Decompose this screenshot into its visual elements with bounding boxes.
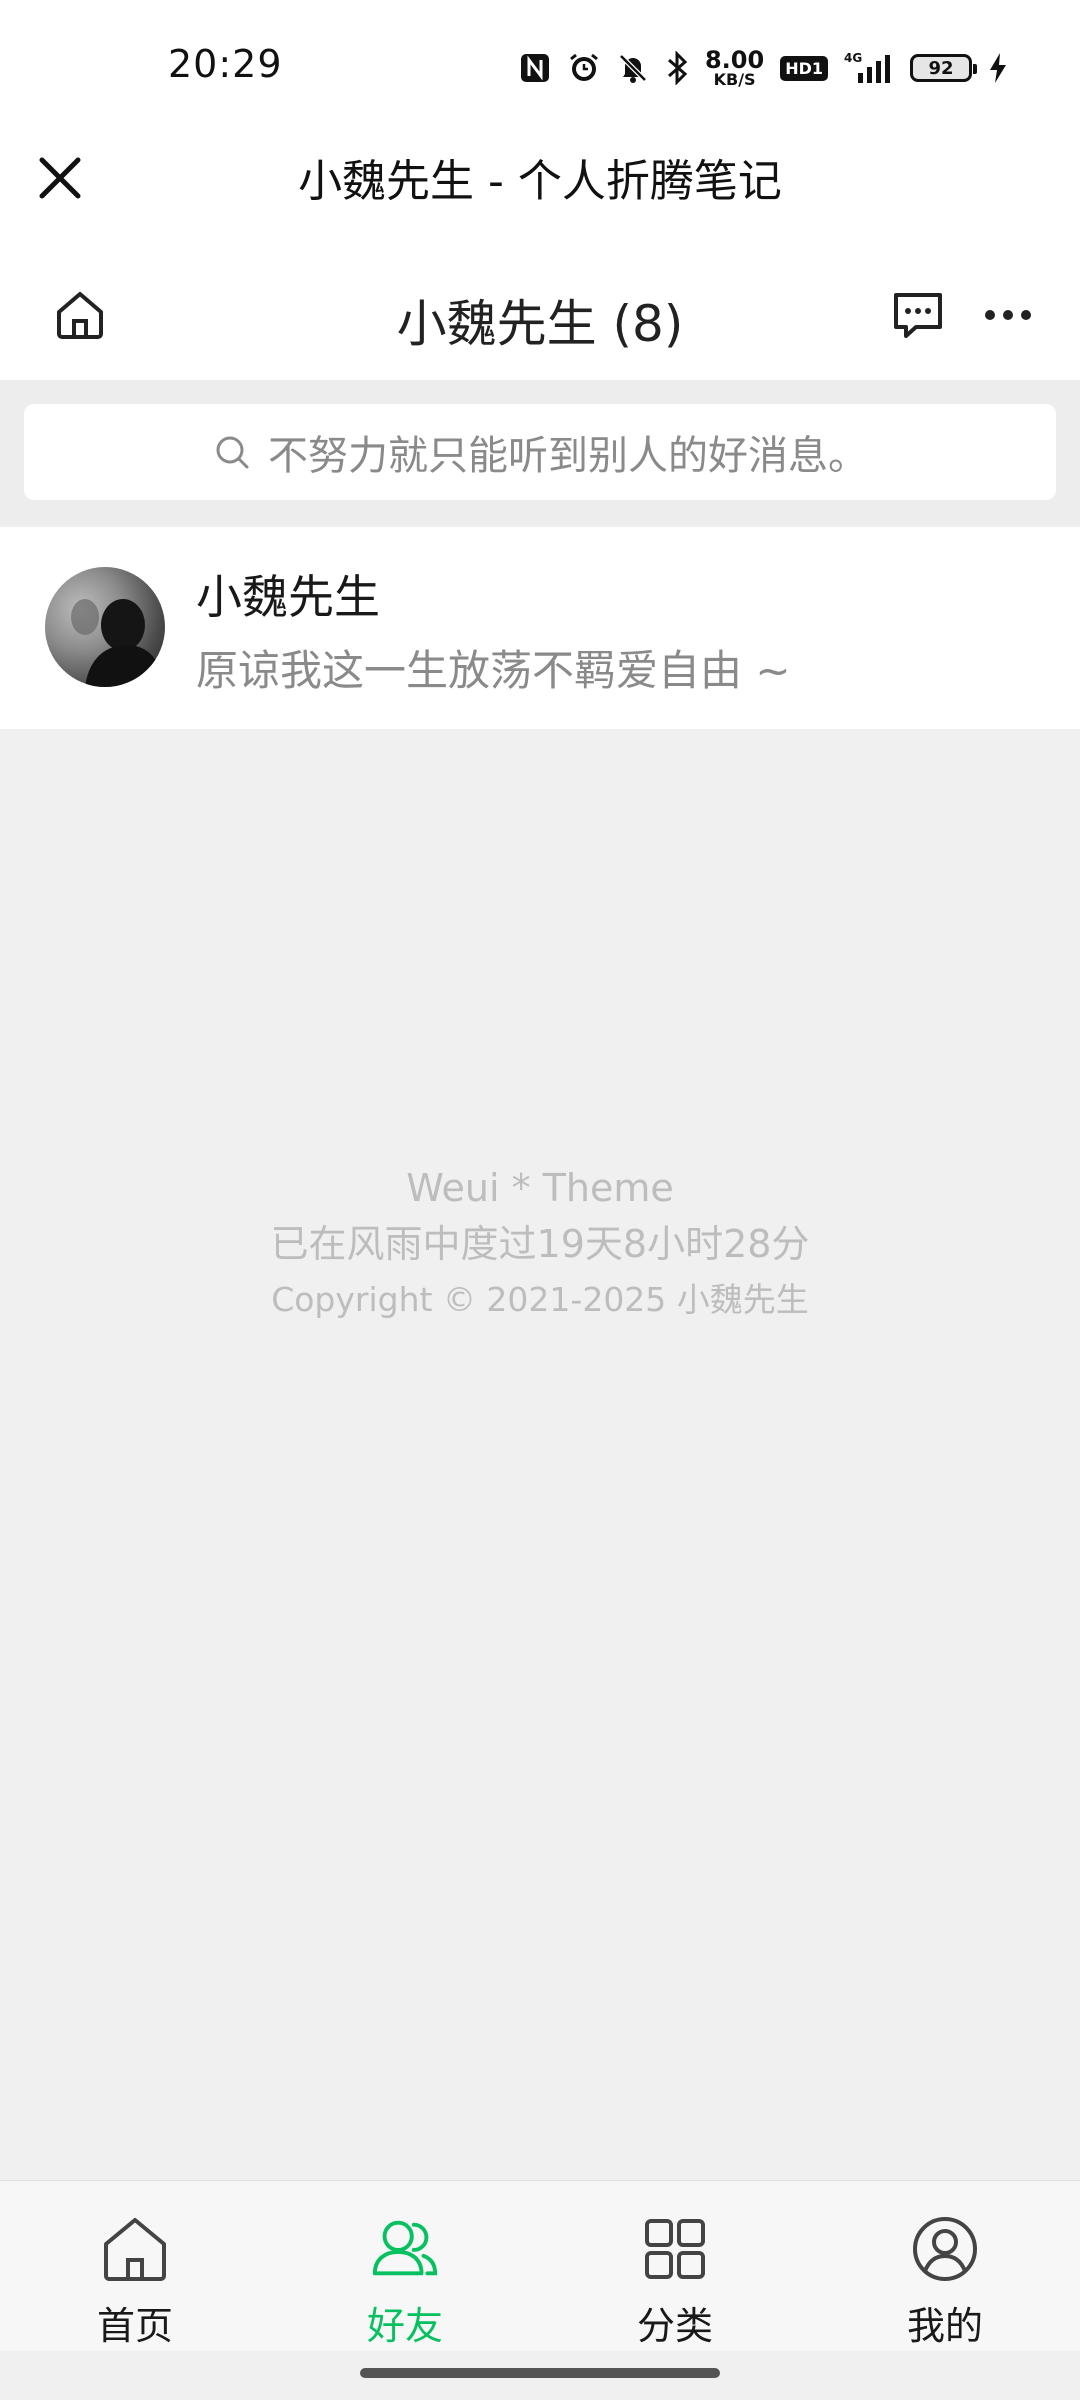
tab-home[interactable]: 首页 [0,2181,270,2351]
webview-title-bar: 小魏先生 - 个人折腾笔记 [0,130,1080,250]
nfc-icon [519,52,551,84]
friend-name: 小魏先生 [196,570,380,624]
more-button[interactable] [974,281,1042,349]
bluetooth-icon [665,51,689,85]
tab-friends-label: 好友 [366,2304,443,2348]
copyright-text: Copyright © 2021-2025 小魏先生 [271,1280,809,1319]
search-icon [216,436,249,469]
search-area: 不努力就只能听到别人的好消息。 [0,380,1080,525]
net-speed: 8.00 KB/S [705,48,764,88]
charging-icon [988,51,1008,85]
app-header: 小魏先生 (8) [0,250,1080,380]
home-icon [99,2213,171,2285]
status-time: 20:29 [168,42,283,86]
status-icons: 8.00 KB/S HD1 4G 92 [519,46,1008,90]
alarm-icon [567,51,601,85]
net-speed-value: 8.00 [704,46,765,74]
user-icon [909,2213,981,2285]
hd-badge: HD1 [780,55,828,81]
battery-indicator: 92 [910,54,977,82]
footer-info: Weui * Theme 已在风雨中度过19天8小时28分 Copyright … [0,1160,1080,1328]
uptime-text: 已在风雨中度过19天8小时28分 [270,1222,810,1266]
mute-bell-icon [617,52,649,84]
theme-label: Weui * Theme [406,1166,674,1210]
network-label: 4G [844,51,862,65]
net-speed-unit: KB/S [713,70,756,89]
search-placeholder: 不努力就只能听到别人的好消息。 [268,433,868,479]
tab-categories-label: 分类 [636,2304,713,2348]
search-input[interactable]: 不努力就只能听到别人的好消息。 [24,404,1056,500]
avatar [45,567,165,687]
grid-icon [639,2213,711,2285]
more-icon [985,310,1031,320]
message-button[interactable] [884,281,952,349]
message-icon [894,293,942,338]
tab-friends[interactable]: 好友 [270,2181,540,2351]
tab-me[interactable]: 我的 [810,2181,1080,2351]
tab-categories[interactable]: 分类 [540,2181,810,2351]
tab-home-label: 首页 [96,2304,173,2348]
home-indicator[interactable] [360,2368,720,2378]
friends-icon [369,2213,441,2285]
friend-list-item[interactable]: 小魏先生 原谅我这一生放荡不羁爱自由 ~ [0,527,1080,729]
friend-signature: 原谅我这一生放荡不羁爱自由 ~ [196,646,791,695]
signal-icon: 4G [844,51,894,85]
bottom-tab-bar: 首页 好友 分类 我的 [0,2180,1080,2351]
status-bar: 20:29 8.00 KB/S HD1 4G 92 [0,0,1080,130]
page-title: 小魏先生 - 个人折腾笔记 [298,156,782,207]
tab-me-label: 我的 [906,2304,983,2348]
